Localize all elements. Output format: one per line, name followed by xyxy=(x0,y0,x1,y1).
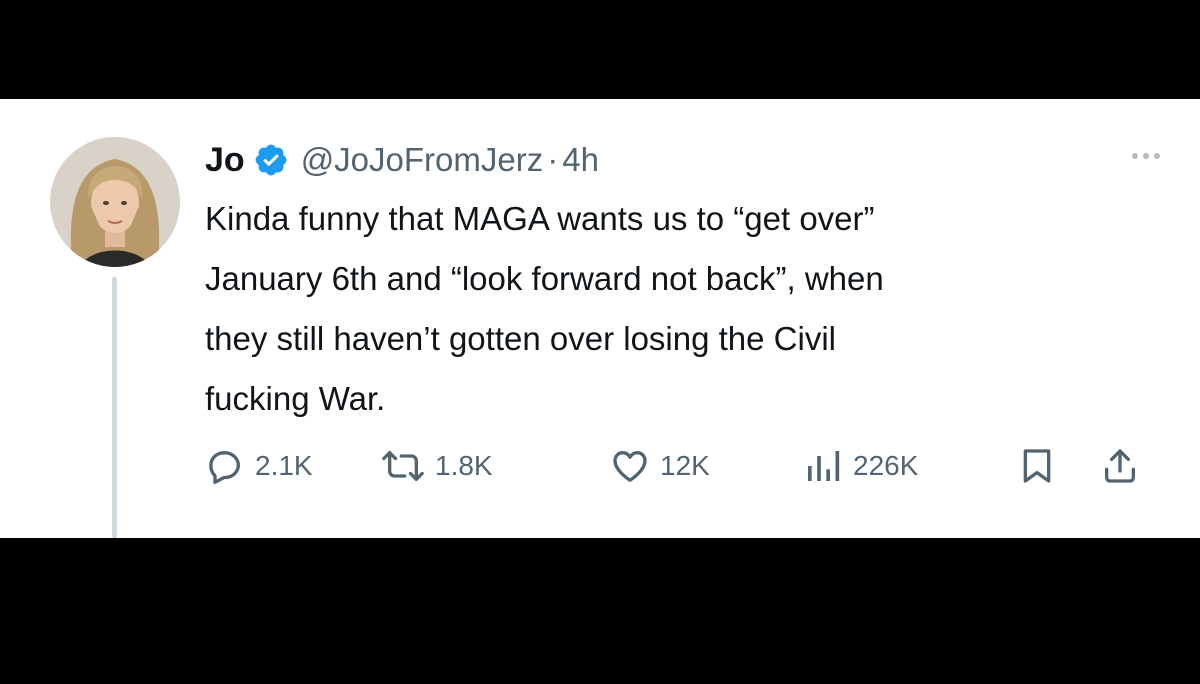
action-bar: 2.1K 1.8K 12K 226K xyxy=(205,441,1155,491)
heart-icon xyxy=(610,446,650,486)
thread-connector-line xyxy=(112,277,117,538)
reply-button[interactable]: 2.1K xyxy=(205,441,313,491)
views-count: 226K xyxy=(853,450,919,481)
like-count: 12K xyxy=(660,450,710,481)
avatar[interactable] xyxy=(50,137,180,267)
retweet-icon xyxy=(381,446,425,486)
verified-badge-icon[interactable] xyxy=(253,142,289,178)
like-button[interactable]: 12K xyxy=(610,441,710,491)
bookmark-button[interactable] xyxy=(1017,441,1057,491)
header-separator: · xyxy=(547,141,559,178)
avatar-photo xyxy=(50,137,180,267)
share-upload-icon xyxy=(1100,446,1140,486)
tweet-text: Kinda funny that MAGA wants us to “get o… xyxy=(205,200,884,417)
tweet-header: Jo @JoJoFromJerz · 4h xyxy=(205,137,599,183)
timestamp[interactable]: 4h xyxy=(562,141,599,179)
retweet-count: 1.8K xyxy=(435,450,493,481)
user-handle[interactable]: @JoJoFromJerz xyxy=(301,141,544,179)
bookmark-icon xyxy=(1017,446,1057,486)
reply-count: 2.1K xyxy=(255,450,313,481)
display-name[interactable]: Jo xyxy=(205,141,245,180)
retweet-button[interactable]: 1.8K xyxy=(381,441,493,491)
views-button[interactable]: 226K xyxy=(803,441,918,491)
analytics-bars-icon xyxy=(803,446,843,486)
share-button[interactable] xyxy=(1100,441,1140,491)
reply-bubble-icon xyxy=(205,446,245,486)
tweet-card[interactable]: Jo @JoJoFromJerz · 4h Kinda funny that M… xyxy=(0,99,1200,538)
more-options-icon[interactable] xyxy=(1132,153,1160,159)
screenshot-frame: Jo @JoJoFromJerz · 4h Kinda funny that M… xyxy=(0,0,1200,684)
